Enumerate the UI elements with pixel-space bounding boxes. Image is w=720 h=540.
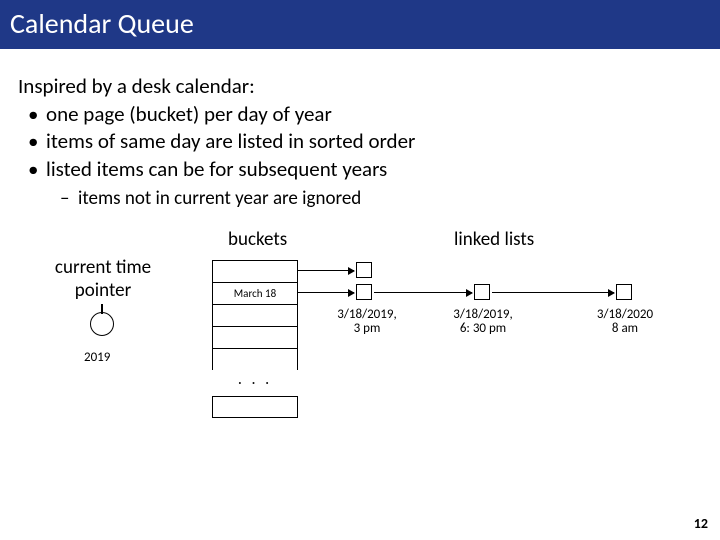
bucket-row: [212, 348, 298, 370]
sub-bullet: items not in current year are ignored: [18, 187, 702, 210]
node-label-l1: 3/18/2019,: [453, 307, 512, 322]
bullet-item: listed items can be for subsequent years: [28, 156, 702, 183]
arrow-icon: [298, 292, 354, 293]
bucket-column: March 18 . . .: [212, 260, 298, 418]
slide-content: Inspired by a desk calendar: one page (b…: [0, 49, 720, 476]
slide: Calendar Queue Inspired by a desk calend…: [0, 0, 720, 540]
list-node: [356, 262, 372, 278]
current-time-pointer-label: current time pointer: [38, 256, 168, 302]
buckets-label: buckets: [228, 228, 287, 251]
node-label-l2: 8 am: [612, 321, 638, 336]
bucket-row-march18: March 18: [212, 282, 298, 304]
arrow-icon: [492, 292, 614, 293]
slide-title: Calendar Queue: [0, 0, 720, 49]
bucket-row: [212, 260, 298, 282]
node-label-l1: 3/18/2019,: [337, 307, 396, 322]
linked-lists-label: linked lists: [454, 228, 534, 251]
list-node: [356, 284, 372, 300]
node-label-l2: 6: 30 pm: [460, 321, 506, 336]
arrow-icon: [374, 292, 472, 293]
list-node: [616, 284, 632, 300]
bucket-ellipsis: . . .: [212, 370, 298, 396]
bullet-list: one page (bucket) per day of year items …: [18, 101, 702, 183]
arrow-icon: [298, 270, 354, 271]
node-label-l2: 3 pm: [354, 321, 381, 336]
page-number: 12: [694, 515, 708, 532]
pointer-circle-icon: [90, 312, 114, 336]
bullet-item: items of same day are listed in sorted o…: [28, 128, 702, 155]
pointer-year: 2019: [84, 350, 110, 365]
bucket-row: [212, 326, 298, 348]
bucket-row: [212, 396, 298, 418]
list-node: [474, 284, 490, 300]
diagram: buckets linked lists current time pointe…: [18, 216, 702, 476]
node-label: 3/18/2019, 6: 30 pm: [448, 308, 518, 337]
node-label-l1: 3/18/2020: [597, 307, 653, 322]
intro-text: Inspired by a desk calendar:: [18, 73, 702, 99]
bucket-row: [212, 304, 298, 326]
node-label: 3/18/2019, 3 pm: [332, 308, 402, 337]
bullet-item: one page (bucket) per day of year: [28, 101, 702, 128]
node-label: 3/18/2020 8 am: [590, 308, 660, 337]
